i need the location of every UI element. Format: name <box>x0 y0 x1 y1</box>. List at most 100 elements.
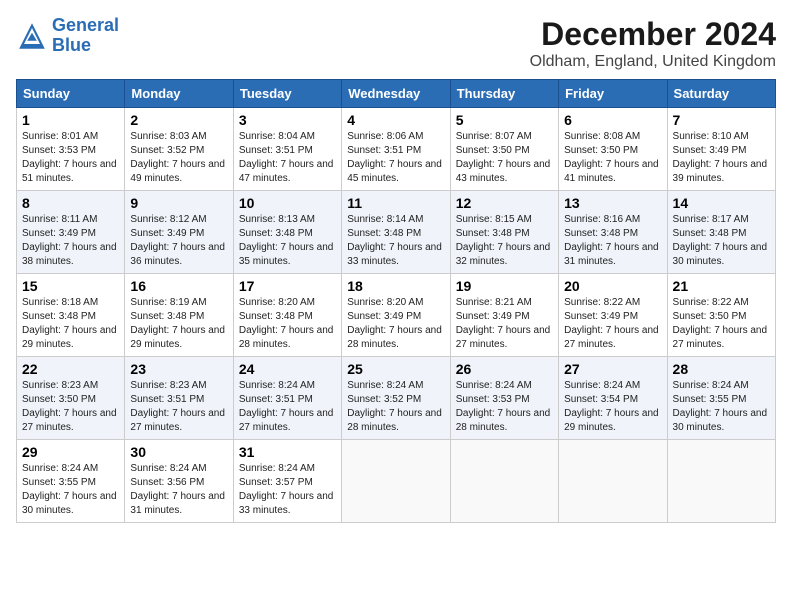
calendar-cell: 18Sunrise: 8:20 AMSunset: 3:49 PMDayligh… <box>342 274 450 357</box>
calendar-cell <box>667 440 775 523</box>
calendar-cell: 20 Sunrise: 8:22 AMSunset: 3:49 PMDayligh… <box>559 274 667 357</box>
day-number: 22 <box>22 361 119 377</box>
day-info: Sunrise: 8:24 AMSunset: 3:56 PMDaylight:… <box>130 462 227 518</box>
day-number: 7 <box>673 112 770 128</box>
day-info: Sunrise: 8:15 AMSunset: 3:48 PMDaylight:… <box>456 213 553 269</box>
day-info: Sunrise: 8:18 AMSunset: 3:48 PMDaylight:… <box>22 296 119 352</box>
calendar-cell <box>450 440 558 523</box>
day-number: 12 <box>456 195 553 211</box>
day-number: 21 <box>673 278 770 294</box>
day-info: Sunrise: 8:14 AMSunset: 3:48 PMDaylight:… <box>347 213 444 269</box>
calendar-cell: 11 Sunrise: 8:14 AMSunset: 3:48 PMDayligh… <box>342 191 450 274</box>
day-number: 1 <box>22 112 119 128</box>
day-info: Sunrise: 8:23 AMSunset: 3:51 PMDaylight:… <box>130 379 227 435</box>
day-number: 2 <box>130 112 227 128</box>
calendar-cell: 12 Sunrise: 8:15 AMSunset: 3:48 PMDayligh… <box>450 191 558 274</box>
day-number: 14 <box>673 195 770 211</box>
page-title: December 2024 <box>530 16 776 53</box>
week-row-2: 8 Sunrise: 8:11 AMSunset: 3:49 PMDaylight… <box>17 191 776 274</box>
day-number: 18 <box>347 278 444 294</box>
day-number: 20 <box>564 278 661 294</box>
day-info: Sunrise: 8:22 AMSunset: 3:50 PMDaylight:… <box>673 296 770 352</box>
logo-text: General Blue <box>52 16 119 56</box>
weekday-header-saturday: Saturday <box>667 80 775 108</box>
day-info: Sunrise: 8:24 AMSunset: 3:55 PMDaylight:… <box>22 462 119 518</box>
calendar-cell <box>342 440 450 523</box>
day-number: 30 <box>130 444 227 460</box>
weekday-header-wednesday: Wednesday <box>342 80 450 108</box>
calendar-cell: 22 Sunrise: 8:23 AMSunset: 3:50 PMDayligh… <box>17 357 125 440</box>
day-number: 4 <box>347 112 444 128</box>
day-number: 3 <box>239 112 336 128</box>
page-header: General Blue December 2024 Oldham, Engla… <box>16 16 776 71</box>
day-number: 13 <box>564 195 661 211</box>
day-number: 15 <box>22 278 119 294</box>
calendar-cell: 17 Sunrise: 8:20 AMSunset: 3:48 PMDayligh… <box>233 274 341 357</box>
day-number: 23 <box>130 361 227 377</box>
calendar-cell: 19 Sunrise: 8:21 AMSunset: 3:49 PMDayligh… <box>450 274 558 357</box>
day-info: Sunrise: 8:01 AMSunset: 3:53 PMDaylight:… <box>22 130 119 186</box>
day-info: Sunrise: 8:22 AMSunset: 3:49 PMDaylight:… <box>564 296 661 352</box>
weekday-header-tuesday: Tuesday <box>233 80 341 108</box>
calendar-cell: 2 Sunrise: 8:03 AMSunset: 3:52 PMDaylight… <box>125 108 233 191</box>
day-info: Sunrise: 8:07 AMSunset: 3:50 PMDaylight:… <box>456 130 553 186</box>
calendar-cell: 14Sunrise: 8:17 AMSunset: 3:48 PMDayligh… <box>667 191 775 274</box>
day-number: 25 <box>347 361 444 377</box>
calendar-cell: 25Sunrise: 8:24 AMSunset: 3:52 PMDayligh… <box>342 357 450 440</box>
calendar-cell: 1 Sunrise: 8:01 AMSunset: 3:53 PMDaylight… <box>17 108 125 191</box>
day-number: 6 <box>564 112 661 128</box>
day-number: 11 <box>347 195 444 211</box>
logo: General Blue <box>16 16 119 56</box>
day-number: 10 <box>239 195 336 211</box>
week-row-3: 15 Sunrise: 8:18 AMSunset: 3:48 PMDayligh… <box>17 274 776 357</box>
day-info: Sunrise: 8:24 AMSunset: 3:55 PMDaylight:… <box>673 379 770 435</box>
day-number: 19 <box>456 278 553 294</box>
calendar-cell: 3 Sunrise: 8:04 AMSunset: 3:51 PMDaylight… <box>233 108 341 191</box>
calendar-cell: 23 Sunrise: 8:23 AMSunset: 3:51 PMDayligh… <box>125 357 233 440</box>
day-info: Sunrise: 8:06 AMSunset: 3:51 PMDaylight:… <box>347 130 444 186</box>
day-info: Sunrise: 8:19 AMSunset: 3:48 PMDaylight:… <box>130 296 227 352</box>
calendar-cell <box>559 440 667 523</box>
day-info: Sunrise: 8:24 AMSunset: 3:53 PMDaylight:… <box>456 379 553 435</box>
day-number: 27 <box>564 361 661 377</box>
calendar-cell: 6 Sunrise: 8:08 AMSunset: 3:50 PMDaylight… <box>559 108 667 191</box>
day-number: 29 <box>22 444 119 460</box>
calendar-cell: 31Sunrise: 8:24 AMSunset: 3:57 PMDayligh… <box>233 440 341 523</box>
weekday-header-thursday: Thursday <box>450 80 558 108</box>
day-info: Sunrise: 8:23 AMSunset: 3:50 PMDaylight:… <box>22 379 119 435</box>
day-info: Sunrise: 8:10 AMSunset: 3:49 PMDaylight:… <box>673 130 770 186</box>
day-info: Sunrise: 8:24 AMSunset: 3:54 PMDaylight:… <box>564 379 661 435</box>
day-number: 5 <box>456 112 553 128</box>
day-number: 24 <box>239 361 336 377</box>
day-info: Sunrise: 8:21 AMSunset: 3:49 PMDaylight:… <box>456 296 553 352</box>
day-info: Sunrise: 8:13 AMSunset: 3:48 PMDaylight:… <box>239 213 336 269</box>
day-info: Sunrise: 8:20 AMSunset: 3:48 PMDaylight:… <box>239 296 336 352</box>
day-info: Sunrise: 8:11 AMSunset: 3:49 PMDaylight:… <box>22 213 119 269</box>
logo-icon <box>16 20 48 52</box>
calendar-cell: 27 Sunrise: 8:24 AMSunset: 3:54 PMDayligh… <box>559 357 667 440</box>
calendar-cell: 26 Sunrise: 8:24 AMSunset: 3:53 PMDayligh… <box>450 357 558 440</box>
calendar-cell: 4 Sunrise: 8:06 AMSunset: 3:51 PMDaylight… <box>342 108 450 191</box>
calendar-cell: 16Sunrise: 8:19 AMSunset: 3:48 PMDayligh… <box>125 274 233 357</box>
day-info: Sunrise: 8:12 AMSunset: 3:49 PMDaylight:… <box>130 213 227 269</box>
day-number: 8 <box>22 195 119 211</box>
day-info: Sunrise: 8:04 AMSunset: 3:51 PMDaylight:… <box>239 130 336 186</box>
day-number: 28 <box>673 361 770 377</box>
day-number: 9 <box>130 195 227 211</box>
calendar-cell: 30 Sunrise: 8:24 AMSunset: 3:56 PMDayligh… <box>125 440 233 523</box>
calendar-cell: 8 Sunrise: 8:11 AMSunset: 3:49 PMDaylight… <box>17 191 125 274</box>
calendar-cell: 7 Sunrise: 8:10 AMSunset: 3:49 PMDaylight… <box>667 108 775 191</box>
calendar-cell: 13 Sunrise: 8:16 AMSunset: 3:48 PMDayligh… <box>559 191 667 274</box>
day-number: 17 <box>239 278 336 294</box>
day-info: Sunrise: 8:24 AMSunset: 3:57 PMDaylight:… <box>239 462 336 518</box>
day-info: Sunrise: 8:08 AMSunset: 3:50 PMDaylight:… <box>564 130 661 186</box>
day-info: Sunrise: 8:24 AMSunset: 3:51 PMDaylight:… <box>239 379 336 435</box>
weekday-header-friday: Friday <box>559 80 667 108</box>
day-info: Sunrise: 8:03 AMSunset: 3:52 PMDaylight:… <box>130 130 227 186</box>
page-subtitle: Oldham, England, United Kingdom <box>530 53 776 71</box>
week-row-4: 22 Sunrise: 8:23 AMSunset: 3:50 PMDayligh… <box>17 357 776 440</box>
calendar-cell: 9 Sunrise: 8:12 AMSunset: 3:49 PMDaylight… <box>125 191 233 274</box>
day-info: Sunrise: 8:16 AMSunset: 3:48 PMDaylight:… <box>564 213 661 269</box>
calendar-cell: 5 Sunrise: 8:07 AMSunset: 3:50 PMDaylight… <box>450 108 558 191</box>
day-number: 26 <box>456 361 553 377</box>
